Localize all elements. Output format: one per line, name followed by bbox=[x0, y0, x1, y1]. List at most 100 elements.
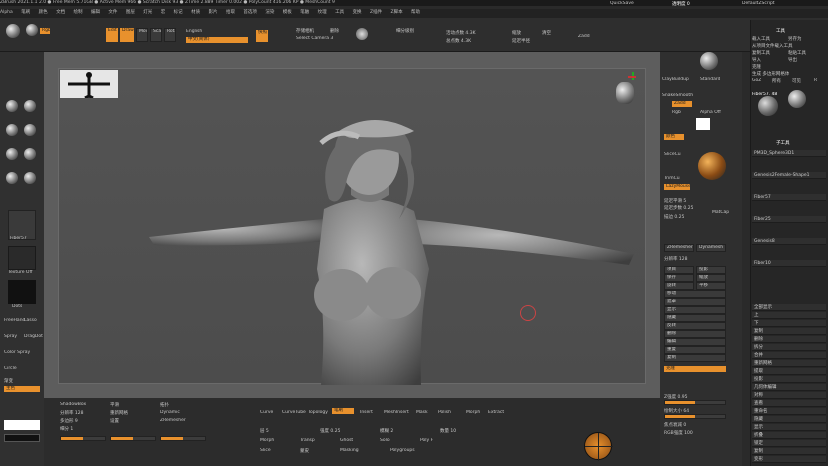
tray-button[interactable]: 隐藏 bbox=[664, 314, 726, 322]
see-through-label[interactable]: 透明度 0 bbox=[672, 1, 690, 7]
subtool-action[interactable]: 锁定 bbox=[752, 440, 826, 447]
scale-label[interactable]: 缩放 bbox=[512, 30, 521, 36]
save-as-button[interactable]: 另存为 bbox=[788, 36, 802, 42]
subtool-action[interactable]: 重命名 bbox=[752, 408, 826, 415]
camera-label[interactable]: 存储相机 bbox=[296, 28, 314, 34]
tray-button[interactable]: 编辑 bbox=[664, 338, 726, 346]
tray-button[interactable]: 缩放 bbox=[696, 274, 726, 282]
stroke-dragdot[interactable]: DragDot bbox=[24, 334, 43, 339]
menu-item[interactable]: 宏 bbox=[161, 10, 166, 15]
count-field[interactable]: 数量 10 bbox=[440, 428, 456, 434]
tray-button[interactable]: 移动 bbox=[664, 290, 726, 298]
curve-brush-label[interactable]: Curve bbox=[260, 410, 273, 415]
subtool-item[interactable]: Fiber10 bbox=[752, 260, 826, 267]
zadd-button[interactable]: Zadd bbox=[578, 34, 590, 39]
insert-brush-label[interactable]: Insert bbox=[360, 410, 373, 415]
strength-field[interactable]: 强度 0.25 bbox=[320, 428, 340, 434]
tray-button[interactable]: 显示 bbox=[664, 306, 726, 314]
visible-button[interactable]: 可见 bbox=[792, 78, 801, 84]
menu-item[interactable]: 编辑 bbox=[91, 10, 100, 15]
meshinsert-brush-label[interactable]: MeshInsert bbox=[384, 410, 409, 415]
subtool-action[interactable]: 全部显示 bbox=[752, 304, 826, 311]
subtool-item[interactable]: Genesis8 bbox=[752, 238, 826, 245]
subtool-action[interactable]: 复制 bbox=[752, 328, 826, 335]
brush-icon[interactable] bbox=[6, 124, 18, 136]
curvetube-brush-label[interactable]: CurveTube bbox=[282, 410, 306, 415]
brush-icon[interactable] bbox=[24, 148, 36, 160]
rotation-gizmo-icon[interactable] bbox=[584, 432, 613, 461]
blur-field[interactable]: 模糊 2 bbox=[380, 428, 393, 434]
topology-label[interactable]: 拓扑 bbox=[160, 402, 169, 408]
zremesher-button[interactable]: ZRemesher bbox=[664, 244, 694, 252]
stroke-circle[interactable]: Circle bbox=[4, 366, 17, 371]
standard-brush-icon[interactable] bbox=[700, 52, 718, 70]
ghost-label[interactable]: Ghost bbox=[340, 438, 353, 443]
lightbox-icon[interactable] bbox=[26, 24, 38, 36]
language-chinese[interactable]: 中文(简体) bbox=[186, 37, 248, 43]
brush-icon[interactable] bbox=[6, 148, 18, 160]
active-tray-button[interactable]: 克隆 bbox=[664, 366, 726, 372]
all-button[interactable]: 所有 bbox=[772, 78, 781, 84]
subtool-action[interactable]: 显示 bbox=[752, 424, 826, 431]
subtool-action[interactable]: 删除 bbox=[752, 336, 826, 343]
tool-thumbnail-large-icon[interactable] bbox=[758, 96, 778, 116]
navigation-thumbnail[interactable] bbox=[60, 70, 118, 100]
projection-master-icon[interactable] bbox=[6, 24, 20, 38]
clone-button[interactable]: 克隆 bbox=[752, 64, 761, 70]
color-label[interactable]: 颜色 bbox=[664, 134, 684, 140]
zremesher-label[interactable]: ZRemesher bbox=[160, 418, 186, 423]
navigation-head-icon[interactable] bbox=[616, 82, 634, 104]
color-main-button[interactable]: 主色 bbox=[4, 386, 40, 392]
axis-gizmo-icon[interactable] bbox=[628, 72, 638, 80]
move-button[interactable]: Move bbox=[136, 28, 148, 42]
subtool-title[interactable]: 子工具 bbox=[776, 140, 790, 146]
polygon-field[interactable]: 多边形 9 bbox=[60, 418, 78, 424]
stroke-spray[interactable]: Spray bbox=[4, 334, 17, 339]
main-color-swatch[interactable] bbox=[4, 420, 40, 430]
subtool-action[interactable]: 重新网格 bbox=[752, 360, 826, 367]
setup-label[interactable]: 设置 bbox=[110, 418, 119, 424]
menu-item[interactable]: 材质 bbox=[191, 10, 200, 15]
stroke-freehand[interactable]: FreeHand bbox=[4, 318, 25, 323]
draw-button[interactable]: Draw bbox=[120, 28, 134, 42]
polish-brush-label[interactable]: Polish bbox=[438, 410, 451, 415]
load-tool-button[interactable]: 载入工具 bbox=[752, 36, 770, 42]
tray-button[interactable]: 复制 bbox=[664, 354, 726, 362]
smooth-label[interactable]: 平滑 bbox=[110, 402, 119, 408]
subtool-action[interactable]: 合并 bbox=[752, 352, 826, 359]
morph-label[interactable]: Morph bbox=[260, 438, 274, 443]
secondary-color-swatch[interactable] bbox=[4, 434, 40, 442]
menu-item[interactable]: 灯光 bbox=[143, 10, 152, 15]
menu-item[interactable]: 纹理 bbox=[318, 10, 327, 15]
bottom-slider-3[interactable] bbox=[160, 436, 206, 441]
quicksave-button[interactable]: QuickSave bbox=[610, 1, 634, 6]
draw-size-slider[interactable] bbox=[664, 414, 726, 419]
focal-label[interactable]: 焦点衰减 0 bbox=[664, 422, 686, 428]
tray-button[interactable]: 投影 bbox=[696, 266, 726, 274]
menu-item[interactable]: 标记 bbox=[174, 10, 183, 15]
menu-item[interactable]: 颜色 bbox=[39, 10, 48, 15]
script-label[interactable]: DefaultZScript bbox=[742, 1, 775, 6]
make-polymesh-button[interactable]: 生成 多边形网格体 bbox=[752, 71, 789, 77]
masking-label[interactable]: Masking bbox=[340, 448, 359, 453]
brush-icon[interactable] bbox=[24, 100, 36, 112]
extract-brush-label[interactable]: Extract bbox=[488, 410, 504, 415]
stroke-color-spray[interactable]: Color Spray bbox=[4, 350, 30, 355]
zadd-toggle[interactable]: Zadd bbox=[672, 101, 692, 107]
tray-button[interactable]: 旋转 bbox=[664, 282, 694, 290]
menu-item[interactable]: 笔刷 bbox=[21, 10, 30, 15]
matcap-sphere-icon[interactable] bbox=[698, 152, 726, 180]
subtool-action[interactable]: 拆分 bbox=[752, 344, 826, 351]
subtool-item[interactable]: PM3D_Sphere3D1 bbox=[752, 150, 826, 157]
language-english[interactable]: English bbox=[186, 29, 202, 34]
resolution-field[interactable]: 分辨率 128 bbox=[60, 410, 84, 416]
menu-item[interactable]: Z脚本 bbox=[391, 10, 403, 15]
tray-button[interactable]: 平移 bbox=[696, 282, 726, 290]
subtool-action[interactable]: 变形 bbox=[752, 456, 826, 463]
alpha-swatch[interactable] bbox=[8, 280, 36, 304]
tray-button[interactable]: 删除 bbox=[664, 330, 726, 338]
brush-icon[interactable] bbox=[6, 172, 18, 184]
texture-swatch[interactable] bbox=[8, 246, 36, 270]
menu-item[interactable]: 工具 bbox=[335, 10, 344, 15]
menu-item[interactable]: Alpha bbox=[0, 10, 13, 15]
